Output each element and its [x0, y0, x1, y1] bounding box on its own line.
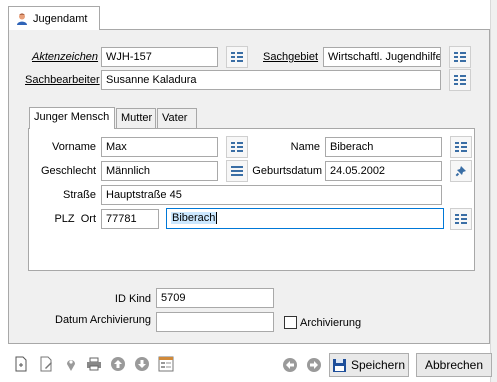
tab-jugendamt[interactable]: Jugendamt	[8, 6, 100, 30]
sachbearbeiter-list-button[interactable]	[449, 69, 471, 91]
geburtsdatum-picker-button[interactable]	[450, 160, 472, 182]
geschlecht-dropdown-button[interactable]	[226, 160, 248, 182]
tab-vater[interactable]: Vater	[157, 108, 197, 129]
calendar-pin-icon	[455, 166, 466, 177]
edit-document-icon[interactable]	[36, 354, 56, 374]
vorname-list-button[interactable]	[226, 136, 248, 158]
save-button[interactable]: Speichern	[329, 353, 409, 377]
down-arrow-icon[interactable]	[132, 354, 152, 374]
name-list-button[interactable]	[450, 136, 472, 158]
plz-ort-label: PLZ Ort	[54, 213, 96, 225]
list-icon	[454, 75, 466, 85]
geschlecht-label: Geschlecht	[40, 165, 96, 177]
tab-junger-mensch[interactable]: Junger Mensch	[29, 107, 115, 129]
sachgebiet-list-button[interactable]	[449, 46, 471, 68]
vorname-field[interactable]: Max	[101, 137, 218, 157]
window-edge	[490, 0, 497, 382]
ort-selected-text: Biberach	[171, 212, 218, 224]
cancel-label: Abbrechen	[424, 358, 484, 372]
user-icon	[15, 12, 29, 26]
sachbearbeiter-field[interactable]: Susanne Kaladura	[101, 70, 441, 90]
aktenzeichen-field[interactable]: WJH-157	[101, 47, 218, 67]
list-icon	[231, 52, 243, 62]
datum-archivierung-label: Datum Archivierung	[55, 314, 151, 326]
prev-icon[interactable]	[280, 355, 300, 375]
datum-archivierung-field[interactable]	[156, 312, 274, 332]
archivierung-checkbox[interactable]	[284, 316, 297, 329]
vorname-label: Vorname	[51, 141, 96, 153]
ort-field[interactable]: Biberach	[166, 208, 444, 229]
list-icon	[231, 142, 243, 152]
archivierung-label: Archivierung	[300, 317, 362, 329]
list-icon	[455, 214, 467, 224]
ort-list-button[interactable]	[450, 208, 472, 230]
sachgebiet-field[interactable]: Wirtschaftl. Jugendhilfe	[323, 47, 441, 67]
tab-mutter[interactable]: Mutter	[116, 108, 156, 129]
up-arrow-icon[interactable]	[108, 354, 128, 374]
print-icon[interactable]	[84, 354, 104, 374]
list-icon	[454, 52, 466, 62]
save-label: Speichern	[350, 358, 406, 372]
geburtsdatum-label: Geburtsdatum	[252, 165, 322, 177]
sachbearbeiter-label: Sachbearbeiter	[25, 74, 100, 86]
strasse-label: Straße	[62, 189, 96, 201]
form-icon[interactable]	[156, 354, 176, 374]
pin-icon[interactable]	[61, 354, 81, 374]
tab-label: Jugendamt	[33, 12, 88, 25]
id-kind-label: ID Kind	[114, 293, 151, 305]
next-icon[interactable]	[304, 355, 324, 375]
id-kind-field[interactable]: 5709	[156, 288, 274, 308]
geburtsdatum-field[interactable]: 24.05.2002	[325, 161, 442, 181]
geschlecht-field[interactable]: Männlich	[101, 161, 218, 181]
plz-field[interactable]: 77781	[101, 209, 159, 229]
strasse-field[interactable]: Hauptstraße 45	[101, 185, 442, 205]
name-label: Name	[290, 141, 320, 153]
new-document-icon[interactable]	[11, 354, 31, 374]
aktenzeichen-list-button[interactable]	[226, 46, 248, 68]
name-field[interactable]: Biberach	[325, 137, 442, 157]
menu-icon	[231, 166, 243, 176]
list-icon	[455, 142, 467, 152]
cancel-button[interactable]: Abbrechen	[416, 353, 492, 377]
save-icon	[332, 358, 346, 372]
sachgebiet-label: Sachgebiet	[263, 51, 319, 63]
aktenzeichen-label: Aktenzeichen	[32, 51, 99, 63]
